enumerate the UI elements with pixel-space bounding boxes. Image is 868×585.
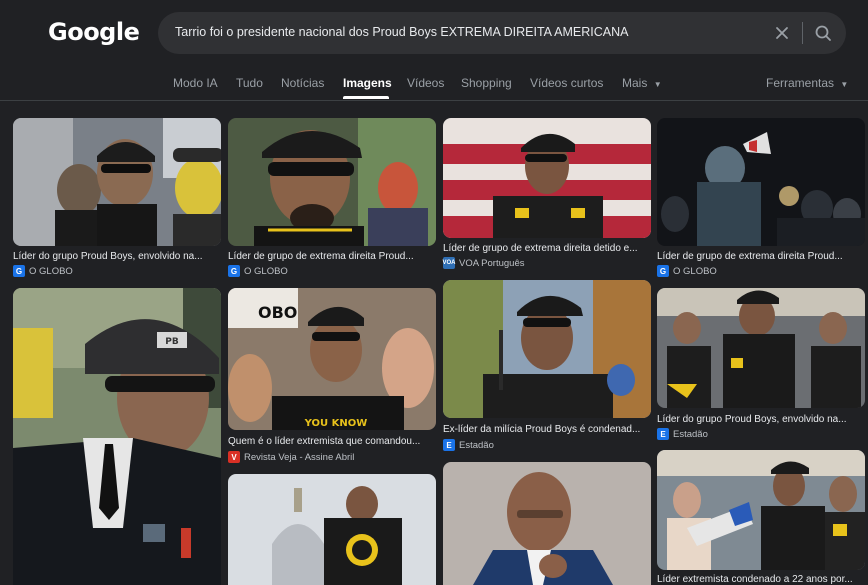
result-caption-1[interactable]: Líder do grupo Proud Boys, envolvido na.… <box>13 251 221 262</box>
tools-button[interactable]: Ferramentas ▼ <box>766 76 848 90</box>
result-source-2[interactable]: G O GLOBO <box>228 265 288 277</box>
chevron-down-icon: ▼ <box>840 80 849 89</box>
estadao-icon: E <box>443 439 455 451</box>
result-caption-3[interactable]: Líder de grupo de extrema direita detido… <box>443 243 651 254</box>
result-source-7[interactable]: E Estadão <box>657 428 708 440</box>
result-source-label: Estadão <box>673 428 708 440</box>
result-source-1[interactable]: G O GLOBO <box>13 265 73 277</box>
result-source-label: O GLOBO <box>244 265 288 277</box>
tab-mais-label: Mais <box>622 76 648 90</box>
result-caption-4[interactable]: Líder de grupo de extrema direita Proud.… <box>657 251 865 262</box>
result-caption-5[interactable]: Quem é o líder extremista que comandou..… <box>228 436 436 447</box>
search-input[interactable]: Tarrio foi o presidente nacional dos Pro… <box>175 25 628 39</box>
search-divider <box>802 22 803 44</box>
image-result-2[interactable] <box>228 118 436 246</box>
image-result-8[interactable] <box>657 288 865 408</box>
image-result-1[interactable] <box>13 118 221 246</box>
result-image <box>657 118 865 246</box>
search-tabs: Modo IA Tudo Notícias Imagens Vídeos Sho… <box>0 74 868 100</box>
google-g-icon: G <box>228 265 240 277</box>
sign-text: OBO <box>258 303 297 322</box>
result-caption-6[interactable]: Ex-líder da milícia Proud Boys é condena… <box>443 424 651 435</box>
result-caption-8[interactable]: Líder extremista condenado a 22 anos por… <box>657 574 865 585</box>
tools-label: Ferramentas <box>766 76 835 90</box>
search-button[interactable] <box>810 21 836 45</box>
chevron-down-icon: ▼ <box>653 80 662 89</box>
result-source-label: O GLOBO <box>29 265 73 277</box>
result-image <box>13 118 221 246</box>
header: Google Tarrio foi o presidente nacional … <box>0 0 868 100</box>
tab-noticias[interactable]: Notícias <box>281 76 324 90</box>
result-image <box>657 288 865 408</box>
result-image <box>443 280 651 418</box>
voa-icon: VOA <box>443 257 456 269</box>
result-image <box>228 118 436 246</box>
result-source-5[interactable]: V Revista Veja - Assine Abril <box>228 451 354 463</box>
result-source-4[interactable]: G O GLOBO <box>657 265 717 277</box>
result-image <box>443 462 651 585</box>
result-source-label: Revista Veja - Assine Abril <box>244 451 355 463</box>
search-icon <box>815 25 831 41</box>
result-image: PB <box>13 288 221 585</box>
close-icon <box>776 27 788 39</box>
tab-imagens[interactable]: Imagens <box>343 76 392 90</box>
image-result-5[interactable]: PB <box>13 288 221 585</box>
active-tab-indicator <box>343 96 389 99</box>
header-divider <box>0 100 868 101</box>
clear-search-button[interactable] <box>770 21 794 45</box>
result-source-3[interactable]: VOA VOA Português <box>443 257 524 269</box>
result-image <box>228 474 436 585</box>
image-result-10[interactable] <box>443 462 651 585</box>
tab-videos[interactable]: Vídeos <box>407 76 444 90</box>
result-caption-2[interactable]: Líder de grupo de extrema direita Proud.… <box>228 251 436 262</box>
image-result-9[interactable] <box>228 474 436 585</box>
google-g-icon: G <box>13 265 25 277</box>
result-source-label: VOA Português <box>459 257 525 269</box>
result-source-label: O GLOBO <box>673 265 717 277</box>
image-result-6[interactable]: OBO YOU KNOW <box>228 288 436 430</box>
image-result-3[interactable] <box>443 118 651 238</box>
result-source-label: Estadão <box>459 439 494 451</box>
tab-mais[interactable]: Mais ▼ <box>622 76 662 90</box>
image-result-11[interactable] <box>657 450 865 570</box>
tab-modo-ia[interactable]: Modo IA <box>173 76 218 90</box>
result-caption-7[interactable]: Líder do grupo Proud Boys, envolvido na.… <box>657 414 865 425</box>
result-image <box>657 450 865 570</box>
veja-icon: V <box>228 451 240 463</box>
result-image <box>443 118 651 238</box>
google-logo[interactable]: Google <box>48 18 140 46</box>
image-result-4[interactable] <box>657 118 865 246</box>
search-box[interactable]: Tarrio foi o presidente nacional dos Pro… <box>158 12 846 54</box>
tab-shopping[interactable]: Shopping <box>461 76 512 90</box>
tab-videos-curtos[interactable]: Vídeos curtos <box>530 76 603 90</box>
result-image: OBO YOU KNOW <box>228 288 436 430</box>
shirt-text: YOU KNOW <box>304 418 368 429</box>
google-g-icon: G <box>657 265 669 277</box>
result-source-6[interactable]: E Estadão <box>443 439 494 451</box>
cap-badge-text: PB <box>165 337 179 347</box>
estadao-icon: E <box>657 428 669 440</box>
tab-tudo[interactable]: Tudo <box>236 76 263 90</box>
image-result-7[interactable] <box>443 280 651 418</box>
